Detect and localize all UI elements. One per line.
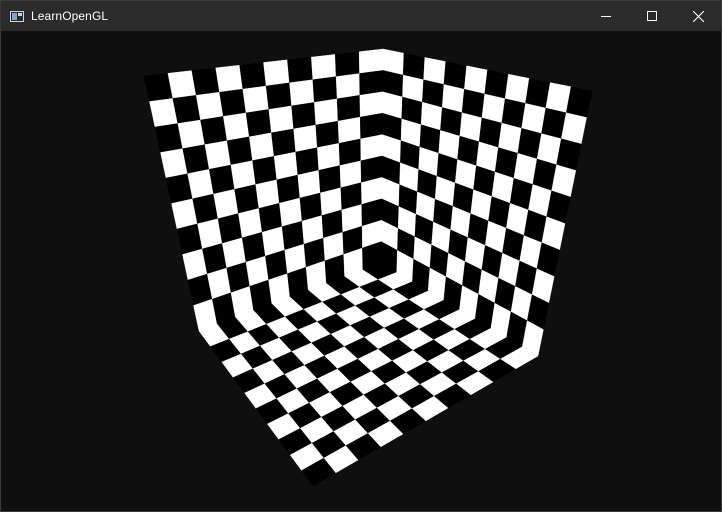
maximize-icon <box>647 11 657 21</box>
maximize-button[interactable] <box>629 1 675 31</box>
checker-tile <box>252 156 278 185</box>
checker-tile <box>315 120 340 148</box>
checker-tile <box>271 128 296 157</box>
checkerboard-room-render <box>143 48 593 487</box>
checker-tile <box>219 88 247 117</box>
checker-tile <box>208 164 235 195</box>
checker-tile <box>242 85 270 114</box>
checker-tile <box>314 98 339 126</box>
checker-tile <box>311 54 337 80</box>
window-controls <box>583 1 721 31</box>
checker-tile <box>289 79 315 107</box>
checker-tile <box>265 82 292 110</box>
checker-tile <box>263 59 290 87</box>
checker-tile <box>337 116 361 144</box>
checker-tile <box>204 140 232 170</box>
checker-tile <box>464 65 488 95</box>
checker-tile <box>336 95 361 122</box>
checker-tile <box>359 70 384 96</box>
checker-tile <box>230 160 256 190</box>
minimize-button[interactable] <box>583 1 629 31</box>
checker-tile <box>245 109 272 138</box>
checker-tile <box>359 91 383 118</box>
checker-tile <box>504 73 530 104</box>
checker-tile <box>223 112 250 141</box>
checker-tile <box>268 105 294 134</box>
checker-tile <box>249 132 275 161</box>
checker-tile <box>312 76 338 103</box>
checker-tile <box>172 95 201 124</box>
checker-tile <box>293 124 318 153</box>
checker-tile <box>335 73 361 100</box>
opengl-viewport[interactable] <box>1 31 721 511</box>
checker-tile <box>226 136 253 166</box>
checker-tile <box>191 67 220 96</box>
checker-tile <box>200 116 228 145</box>
checker-tile <box>334 51 360 77</box>
checker-tile <box>291 102 317 130</box>
title-bar[interactable]: LearnOpenGL <box>1 1 721 31</box>
checker-tile <box>143 73 174 102</box>
application-window: LearnOpenGL <box>0 0 722 512</box>
minimize-icon <box>601 11 611 21</box>
checker-tile <box>443 61 467 90</box>
checker-tile <box>565 86 593 118</box>
checker-tile <box>484 69 509 99</box>
close-icon <box>692 10 704 22</box>
checker-tile <box>358 48 384 74</box>
checker-tile <box>177 119 206 149</box>
window-app-icon <box>10 10 24 22</box>
checker-tile <box>182 144 210 174</box>
checker-tile <box>195 91 224 121</box>
checker-tile <box>167 70 197 99</box>
close-button[interactable] <box>675 1 721 31</box>
checker-tile <box>287 56 314 84</box>
window-title: LearnOpenGL <box>31 9 109 23</box>
checker-tile <box>215 64 244 93</box>
checker-tile <box>239 62 267 90</box>
